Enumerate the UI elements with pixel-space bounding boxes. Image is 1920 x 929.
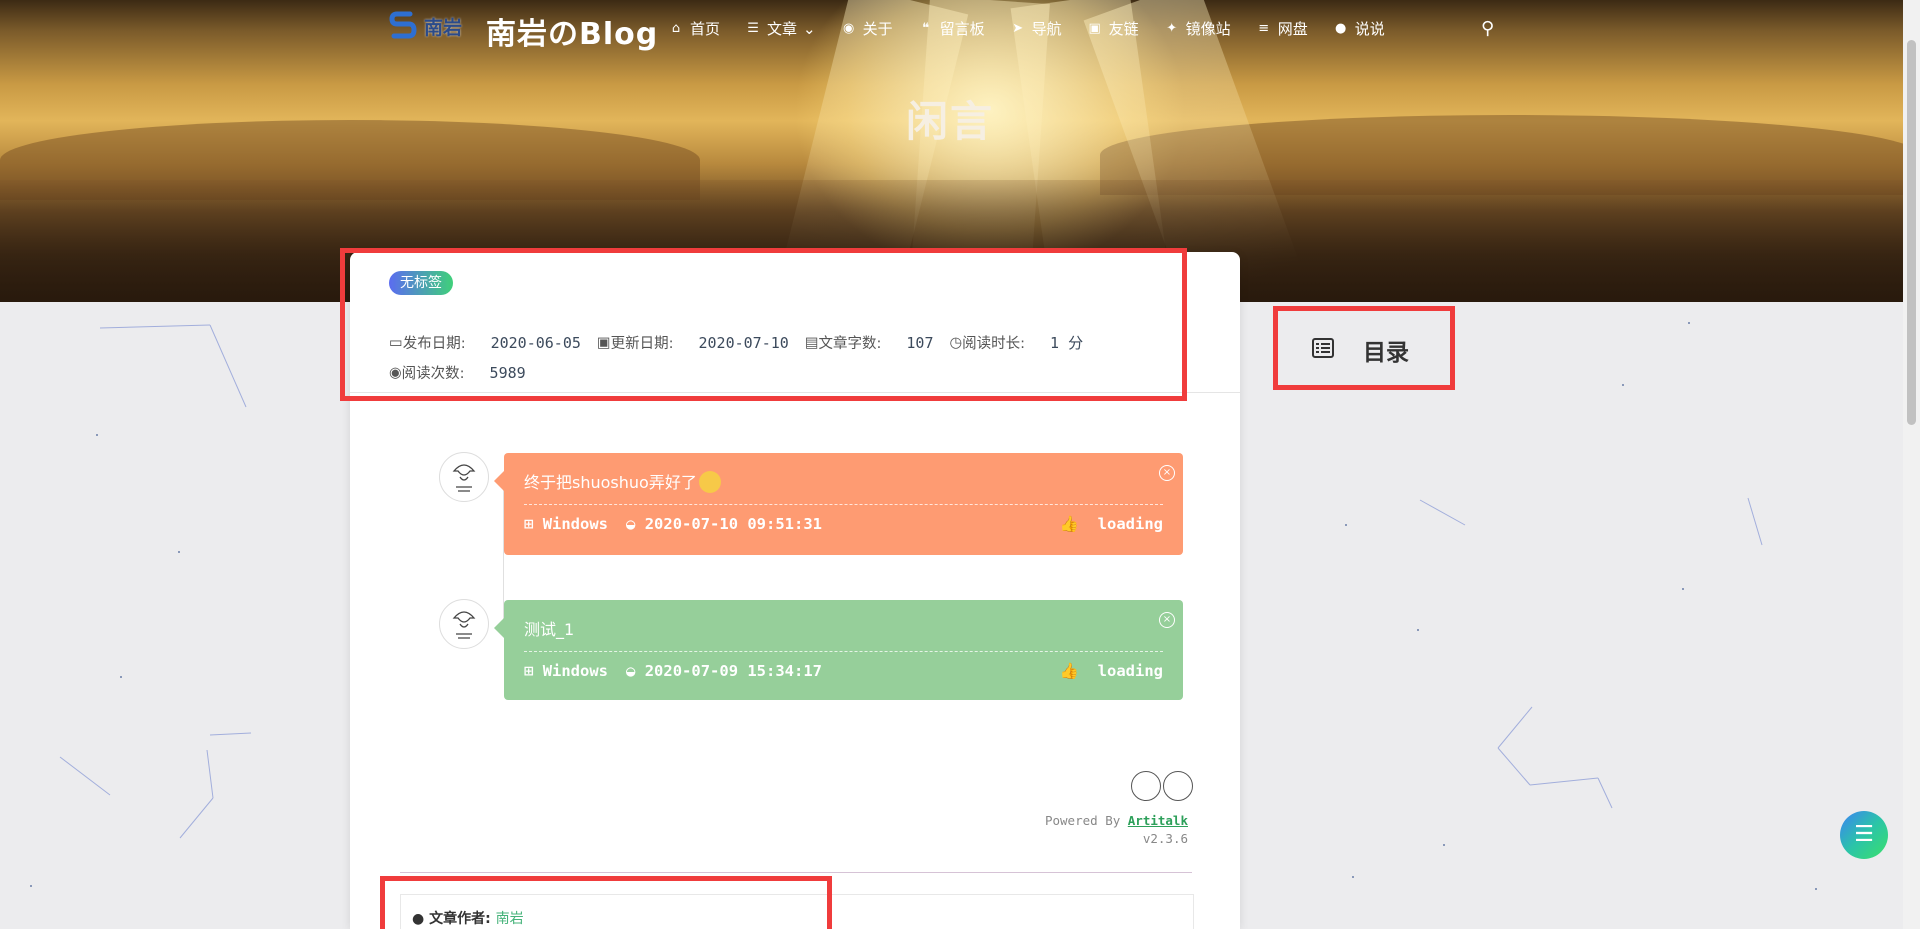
background-dot — [1682, 588, 1684, 590]
shuoshuo-time: 2020-07-09 15:34:17 — [644, 662, 823, 680]
background-dot — [1352, 876, 1354, 878]
windows-icon: ⊞ — [524, 662, 534, 680]
user-circle-icon: ◉ — [842, 21, 855, 36]
thumbs-up-icon[interactable]: 👍 — [1060, 515, 1079, 533]
logo-s-icon — [389, 11, 417, 39]
site-title[interactable]: 南岩のBlog — [486, 9, 658, 53]
avatar-sketch-icon — [452, 611, 476, 639]
like-count[interactable]: loading — [1098, 515, 1163, 533]
nav-item-8[interactable]: ● 说说 — [1333, 18, 1385, 39]
nav-item-label: 导航 — [1031, 20, 1062, 38]
nav-item-5[interactable]: ▣ 友链 — [1087, 18, 1139, 39]
avatar[interactable] — [439, 599, 489, 649]
close-icon[interactable]: × — [1159, 465, 1175, 481]
background-dot — [120, 676, 122, 678]
bubble-arrow — [494, 471, 504, 491]
nav-item-label: 文章 — [767, 20, 798, 38]
shuoshuo-text: 终于把shuoshuo弄好了 — [524, 469, 721, 493]
shuoshuo-item: × 终于把shuoshuo弄好了 ⊞ Windows ◒ 2020-07-10 … — [494, 453, 1183, 555]
thumbs-up-icon[interactable]: 👍 — [1060, 662, 1079, 680]
close-icon[interactable]: × — [1159, 612, 1175, 628]
users-icon: ✦ — [1166, 21, 1178, 36]
highlight-box — [340, 248, 1187, 401]
chevron-down-icon: ⌄ — [803, 19, 816, 38]
nav-item-label: 友链 — [1108, 20, 1139, 38]
nav-item-label: 关于 — [862, 20, 893, 38]
background-dot — [178, 551, 180, 553]
artitalk-actions — [1131, 771, 1193, 801]
background-dot — [1443, 844, 1445, 846]
scrollbar-thumb[interactable] — [1907, 40, 1916, 425]
nav-item-7[interactable]: ≡ 网盘 — [1256, 18, 1308, 39]
toc-toggle-button[interactable]: ☰ — [1840, 811, 1888, 859]
location-arrow-icon: ➤ — [1012, 21, 1024, 36]
shuoshuo-item: × 测试_1 ⊞ Windows ◒ 2020-07-09 15:34:17 👍… — [494, 600, 1183, 700]
nav-item-3[interactable]: ❝ 留言板 — [918, 18, 985, 39]
search-icon[interactable]: ⚲ — [1481, 18, 1494, 39]
artitalk-powered: Powered By Artitalk v2.3.6 — [1045, 812, 1188, 848]
smile-emoji-icon — [698, 471, 721, 493]
powered-by-text: Powered By — [1044, 813, 1121, 828]
background-dot — [1688, 322, 1690, 324]
logo-text: 南岩 — [424, 16, 463, 39]
nav-item-label: 镜像站 — [1185, 20, 1231, 38]
shuoshuo-os: Windows — [542, 662, 609, 680]
scrollbar[interactable] — [1903, 0, 1920, 929]
database-icon: ≡ — [1258, 21, 1270, 36]
like-count[interactable]: loading — [1098, 662, 1163, 680]
page-title: 闲言 — [905, 97, 994, 146]
background-dot — [30, 885, 32, 887]
content-divider — [400, 872, 1192, 873]
site-logo[interactable]: 南岩 — [388, 10, 462, 42]
top-navbar: 南岩 南岩のBlog ⌂ 首页 ☰ 文章 ⌄ ◉ 关于 ❝ 留言板 ➤ 导航 ▣ 友链 ✦ 镜像站 ≡ 网盘 ● 说… — [0, 0, 1920, 60]
background-dot — [1345, 524, 1347, 526]
windows-icon: ⊞ — [524, 515, 534, 533]
time-icon: ◒ — [626, 515, 636, 533]
nav-item-1[interactable]: ☰ 文章 ⌄ — [745, 18, 816, 39]
artitalk-version: v2.3.6 — [1142, 831, 1188, 846]
edit-icon[interactable] — [1131, 771, 1161, 801]
time-icon: ◒ — [626, 662, 636, 680]
background-dot — [96, 434, 98, 436]
avatar[interactable] — [439, 452, 489, 502]
shuoshuo-os: Windows — [542, 515, 609, 533]
list-icon: ☰ — [747, 21, 759, 36]
shuoshuo-footer: ⊞ Windows ◒ 2020-07-10 09:51:31 👍 loadin… — [524, 515, 1163, 533]
nav-item-label: 留言板 — [939, 20, 985, 38]
nav-item-2[interactable]: ◉ 关于 — [841, 18, 893, 39]
nav-item-0[interactable]: ⌂ 首页 — [668, 18, 720, 39]
background-dot — [1622, 384, 1624, 386]
highlight-box — [1273, 306, 1455, 390]
bubble-divider — [524, 504, 1163, 505]
bubble-divider — [524, 651, 1163, 652]
shuoshuo-time: 2020-07-10 09:51:31 — [644, 515, 823, 533]
user-login-icon[interactable] — [1163, 771, 1193, 801]
highlight-box — [380, 876, 832, 929]
background-dot — [1417, 629, 1419, 631]
artitalk-link[interactable]: Artitalk — [1128, 813, 1188, 828]
nav-item-label: 网盘 — [1277, 20, 1308, 38]
shuoshuo-text: 测试_1 — [524, 620, 575, 639]
nav-item-4[interactable]: ➤ 导航 — [1010, 18, 1062, 39]
background-dot — [1815, 888, 1817, 890]
nav-item-label: 说说 — [1354, 20, 1385, 38]
address-card-icon: ▣ — [1088, 21, 1101, 36]
avatar-sketch-icon — [452, 464, 476, 492]
shuoshuo-footer: ⊞ Windows ◒ 2020-07-09 15:34:17 👍 loadin… — [524, 662, 1163, 680]
nav-menu: ⌂ 首页 ☰ 文章 ⌄ ◉ 关于 ❝ 留言板 ➤ 导航 ▣ 友链 ✦ 镜像站 ≡ 网盘 ● 说说 — [668, 18, 1410, 39]
bubble-arrow — [494, 618, 504, 638]
nav-item-label: 首页 — [690, 20, 721, 38]
comments-icon: ❝ — [922, 21, 930, 36]
comment-icon: ● — [1335, 21, 1347, 36]
nav-item-6[interactable]: ✦ 镜像站 — [1164, 18, 1231, 39]
home-icon: ⌂ — [671, 21, 681, 36]
